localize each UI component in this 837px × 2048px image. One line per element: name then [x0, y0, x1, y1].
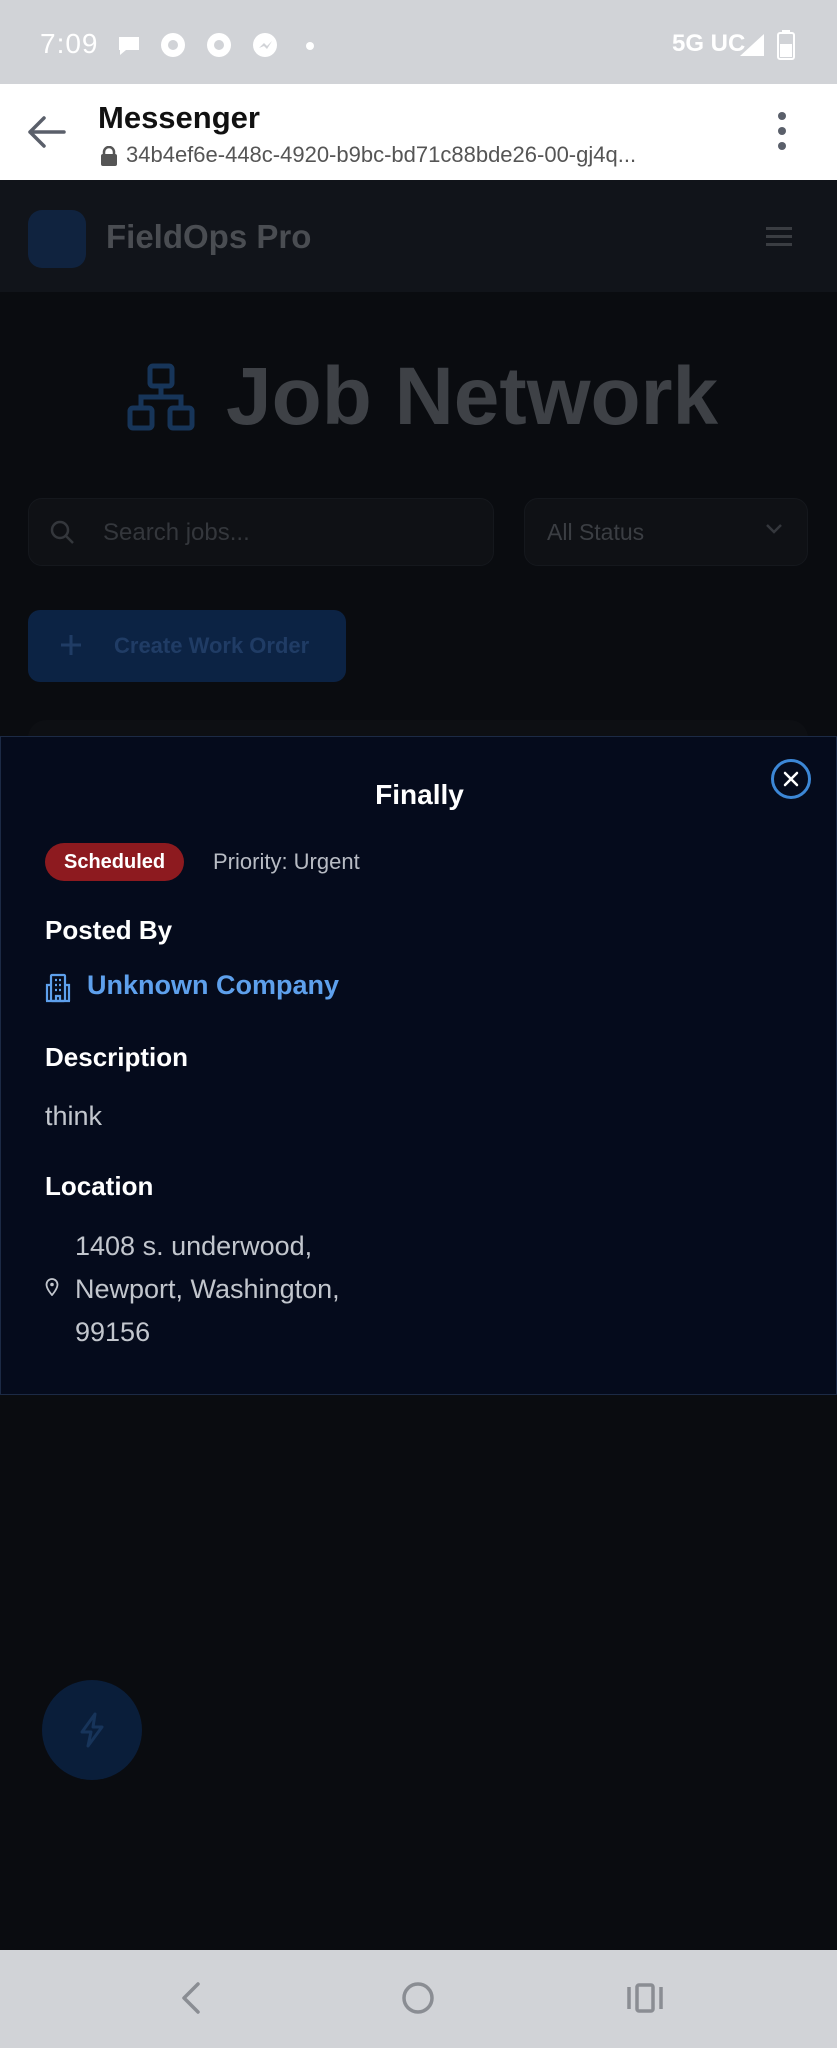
messenger-icon — [253, 33, 277, 57]
search-icon — [50, 520, 74, 544]
search-input[interactable] — [101, 513, 475, 553]
close-button[interactable] — [771, 759, 811, 799]
clock: 7:09 — [40, 28, 99, 59]
status-bar: 7:09 5G UC — [0, 0, 837, 84]
network-icon — [127, 363, 195, 431]
system-nav-bar — [0, 1950, 837, 2048]
app-icon — [161, 33, 185, 57]
job-detail-modal: Finally Scheduled Priority: Urgent Poste… — [0, 736, 837, 1395]
nav-home-icon[interactable] — [400, 1978, 436, 2018]
app-name: FieldOps Pro — [106, 218, 312, 255]
nav-back-icon[interactable] — [176, 1978, 206, 2018]
close-icon — [783, 771, 799, 787]
description-text: think — [45, 1101, 103, 1131]
plus-icon — [61, 635, 81, 655]
chevron-down-icon — [766, 524, 782, 534]
lock-icon — [101, 146, 117, 166]
location-heading: Location — [45, 1171, 154, 1201]
modal-title: Finally — [375, 779, 464, 810]
address-line: 1408 s. underwood, — [75, 1231, 313, 1261]
app-logo[interactable] — [28, 210, 86, 268]
app-icon — [207, 33, 231, 57]
priority-text: Priority: Urgent — [213, 849, 360, 874]
browser-title: Messenger — [98, 100, 260, 135]
url-text[interactable]: 34b4ef6e-448c-4920-b9bc-bd71c88bde26-00-… — [126, 142, 636, 168]
signal-icon — [740, 34, 764, 56]
address-text: 1408 s. underwood, Newport, Washington, … — [75, 1225, 395, 1354]
lightning-icon — [80, 1712, 104, 1748]
browser-header: Messenger 34b4ef6e-448c-4920-b9bc-bd71c8… — [0, 84, 837, 180]
page-title: Job Network — [226, 351, 719, 442]
back-arrow-icon[interactable] — [24, 110, 68, 154]
more-notifications-dot — [306, 42, 314, 50]
status-badge: Scheduled — [45, 843, 185, 881]
create-work-order-label: Create Work Order — [114, 633, 310, 658]
chat-bubble-icon — [119, 37, 139, 55]
app-header: FieldOps Pro — [0, 180, 837, 292]
address-line: 99156 — [75, 1317, 151, 1347]
battery-icon — [777, 30, 795, 60]
building-icon — [45, 973, 71, 1003]
quick-action-button[interactable] — [42, 1680, 142, 1780]
address-line: Newport, Washington, — [75, 1274, 340, 1304]
menu-icon[interactable] — [766, 226, 792, 248]
status-filter-value: All Status — [547, 519, 645, 545]
create-work-order-button[interactable]: Create Work Order — [28, 610, 346, 682]
nav-recents-icon[interactable] — [626, 1978, 664, 2018]
more-options-icon[interactable] — [772, 108, 792, 154]
status-filter-select[interactable]: All Status — [524, 498, 808, 566]
posted-by-heading: Posted By — [45, 915, 173, 945]
search-box[interactable] — [28, 498, 494, 566]
company-link[interactable]: Unknown Company — [87, 970, 339, 1001]
map-pin-icon — [45, 1278, 59, 1296]
network-type: 5G UC — [672, 30, 746, 57]
description-heading: Description — [45, 1042, 189, 1072]
